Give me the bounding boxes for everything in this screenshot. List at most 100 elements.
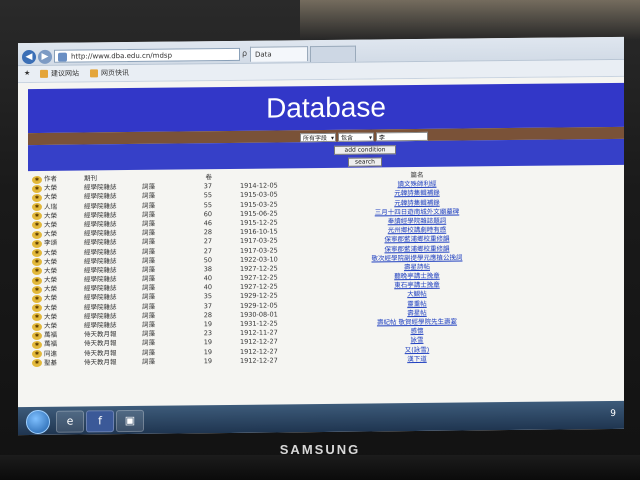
row-name: 萬福 bbox=[44, 340, 57, 349]
favorite-item-0[interactable]: 建议网站 bbox=[40, 69, 79, 79]
row-badge: ✱ bbox=[32, 248, 42, 258]
mode-select[interactable]: 包含 bbox=[338, 132, 374, 142]
row-magazine: 侍天教月報 bbox=[84, 339, 117, 348]
row-vol: 19 bbox=[203, 347, 212, 356]
row-category: 詞藻 bbox=[142, 238, 155, 247]
row-category: 詞藻 bbox=[142, 329, 155, 339]
row-date: 1927-12-25 bbox=[240, 273, 278, 282]
query-input[interactable]: 李 bbox=[376, 131, 428, 142]
row-category: 詞藻 bbox=[142, 256, 155, 265]
row-vol: 55 bbox=[203, 191, 212, 200]
row-badge: ✱ bbox=[32, 202, 42, 212]
laptop-screen: ◀ ▶ http://www.dba.edu.cn/mdsp ρ ▾ ⊠ ↻ ×… bbox=[18, 36, 624, 436]
row-magazine: 經學院雜誌 bbox=[84, 302, 117, 312]
row-name: 大榮 bbox=[44, 193, 57, 202]
row-badge: ✱ bbox=[32, 359, 42, 368]
row-badge: ✱ bbox=[32, 294, 42, 303]
row-badge: ✱ bbox=[32, 349, 42, 359]
ie-icon[interactable]: e bbox=[56, 410, 84, 433]
row-magazine: 經學院雜誌 bbox=[84, 256, 117, 266]
row-date: 1912-12-27 bbox=[240, 356, 278, 365]
row-vol: 27 bbox=[203, 246, 212, 255]
row-date: 1917-03-25 bbox=[240, 236, 278, 246]
row-badge: ✱ bbox=[32, 230, 42, 239]
row-vol: 19 bbox=[203, 356, 212, 365]
row-vol: 60 bbox=[203, 209, 212, 218]
row-vol: 23 bbox=[203, 329, 212, 338]
row-category: 詞藻 bbox=[142, 302, 155, 311]
favorite-item-1[interactable]: 网页快讯 bbox=[90, 68, 129, 78]
row-badge: ✱ bbox=[32, 258, 42, 267]
row-name: 大榮 bbox=[44, 312, 57, 321]
row-vol: 37 bbox=[203, 182, 212, 191]
row-category: 詞藻 bbox=[142, 265, 155, 274]
row-name: 大榮 bbox=[44, 211, 57, 220]
row-name: 聖基 bbox=[44, 358, 57, 367]
header-magazine: 期刊 bbox=[84, 174, 97, 183]
address-text: http://www.dba.edu.cn/mdsp bbox=[71, 51, 173, 61]
row-badge: ✱ bbox=[32, 304, 42, 313]
row-date: 1930-08-01 bbox=[240, 310, 278, 319]
page-title: Database bbox=[266, 91, 386, 124]
tab-label: Data bbox=[255, 50, 272, 59]
tab-data[interactable]: Data bbox=[250, 46, 308, 62]
row-magazine: 經學院雜誌 bbox=[84, 201, 117, 211]
row-badge: ✱ bbox=[32, 212, 42, 221]
back-button[interactable]: ◀ bbox=[22, 49, 36, 65]
row-date: 1929-12-05 bbox=[240, 301, 278, 310]
new-tab[interactable] bbox=[310, 45, 356, 63]
row-vol: 19 bbox=[203, 320, 212, 329]
row-vol: 40 bbox=[203, 283, 212, 292]
row-name: 大榮 bbox=[44, 183, 57, 193]
row-date: 1916-10-15 bbox=[240, 227, 278, 236]
results-table: ✱ 作者 期刊 卷 篇名 ✱ 大榮 經學院雜誌 詞藻 37 1914-12-05 讀文殊師利… bbox=[32, 169, 624, 368]
row-vol: 50 bbox=[203, 255, 212, 264]
row-vol: 27 bbox=[203, 237, 212, 246]
row-badge: ✱ bbox=[32, 239, 42, 248]
row-title-link[interactable]: 漢下道 bbox=[302, 354, 532, 365]
row-magazine: 經學院雜誌 bbox=[84, 210, 117, 220]
row-vol: 40 bbox=[203, 274, 212, 283]
row-name: 同進 bbox=[44, 349, 57, 358]
row-category: 詞藻 bbox=[142, 182, 155, 192]
favorite-label: 网页快讯 bbox=[101, 69, 129, 78]
row-date: 1927-12-25 bbox=[240, 282, 278, 292]
row-name: 大榮 bbox=[44, 321, 57, 330]
laptop-hinge bbox=[0, 455, 640, 480]
row-name: 大榮 bbox=[44, 294, 57, 303]
start-button[interactable] bbox=[26, 409, 50, 435]
row-magazine: 經學院雜誌 bbox=[84, 293, 117, 302]
laptop-bezel: ◀ ▶ http://www.dba.edu.cn/mdsp ρ ▾ ⊠ ↻ ×… bbox=[0, 0, 640, 480]
address-bar[interactable]: http://www.dba.edu.cn/mdsp bbox=[54, 47, 240, 63]
row-date: 1922-03-10 bbox=[240, 255, 278, 264]
row-category: 詞藻 bbox=[142, 201, 155, 210]
row-date: 1915-03-25 bbox=[240, 200, 278, 209]
row-magazine: 侍天教月報 bbox=[84, 348, 117, 358]
search-button[interactable]: search bbox=[348, 157, 382, 167]
favorite-icon bbox=[90, 69, 98, 78]
row-date: 1912-11-27 bbox=[240, 328, 278, 338]
explorer-icon[interactable]: ▣ bbox=[116, 409, 144, 433]
row-category: 詞藻 bbox=[142, 348, 155, 357]
row-date: 1912-12-27 bbox=[240, 347, 278, 356]
page-icon bbox=[58, 52, 67, 62]
row-name: 大榮 bbox=[44, 229, 57, 239]
web-page: Database 所有字段 包含 李 add condition search … bbox=[18, 76, 624, 408]
row-vol: 46 bbox=[203, 219, 212, 228]
facebook-icon[interactable]: f bbox=[86, 410, 114, 433]
field-select[interactable]: 所有字段 bbox=[300, 132, 336, 143]
row-name: 大榮 bbox=[44, 248, 57, 257]
header-badge: ✱ bbox=[32, 175, 42, 184]
row-badge: ✱ bbox=[32, 322, 42, 331]
row-magazine: 經學院雜誌 bbox=[84, 321, 117, 330]
row-category: 詞藻 bbox=[142, 210, 155, 219]
favorites-star-icon[interactable]: ★ bbox=[24, 69, 30, 77]
row-badge: ✱ bbox=[32, 313, 42, 322]
row-category: 詞藻 bbox=[142, 228, 155, 237]
row-date: 1915-06-25 bbox=[240, 209, 278, 218]
add-condition-button[interactable]: add condition bbox=[334, 145, 396, 155]
row-date: 1927-12-25 bbox=[240, 264, 278, 273]
row-magazine: 經學院雜誌 bbox=[84, 238, 117, 247]
row-name: 人瑞 bbox=[44, 202, 57, 211]
forward-button[interactable]: ▶ bbox=[38, 49, 52, 64]
